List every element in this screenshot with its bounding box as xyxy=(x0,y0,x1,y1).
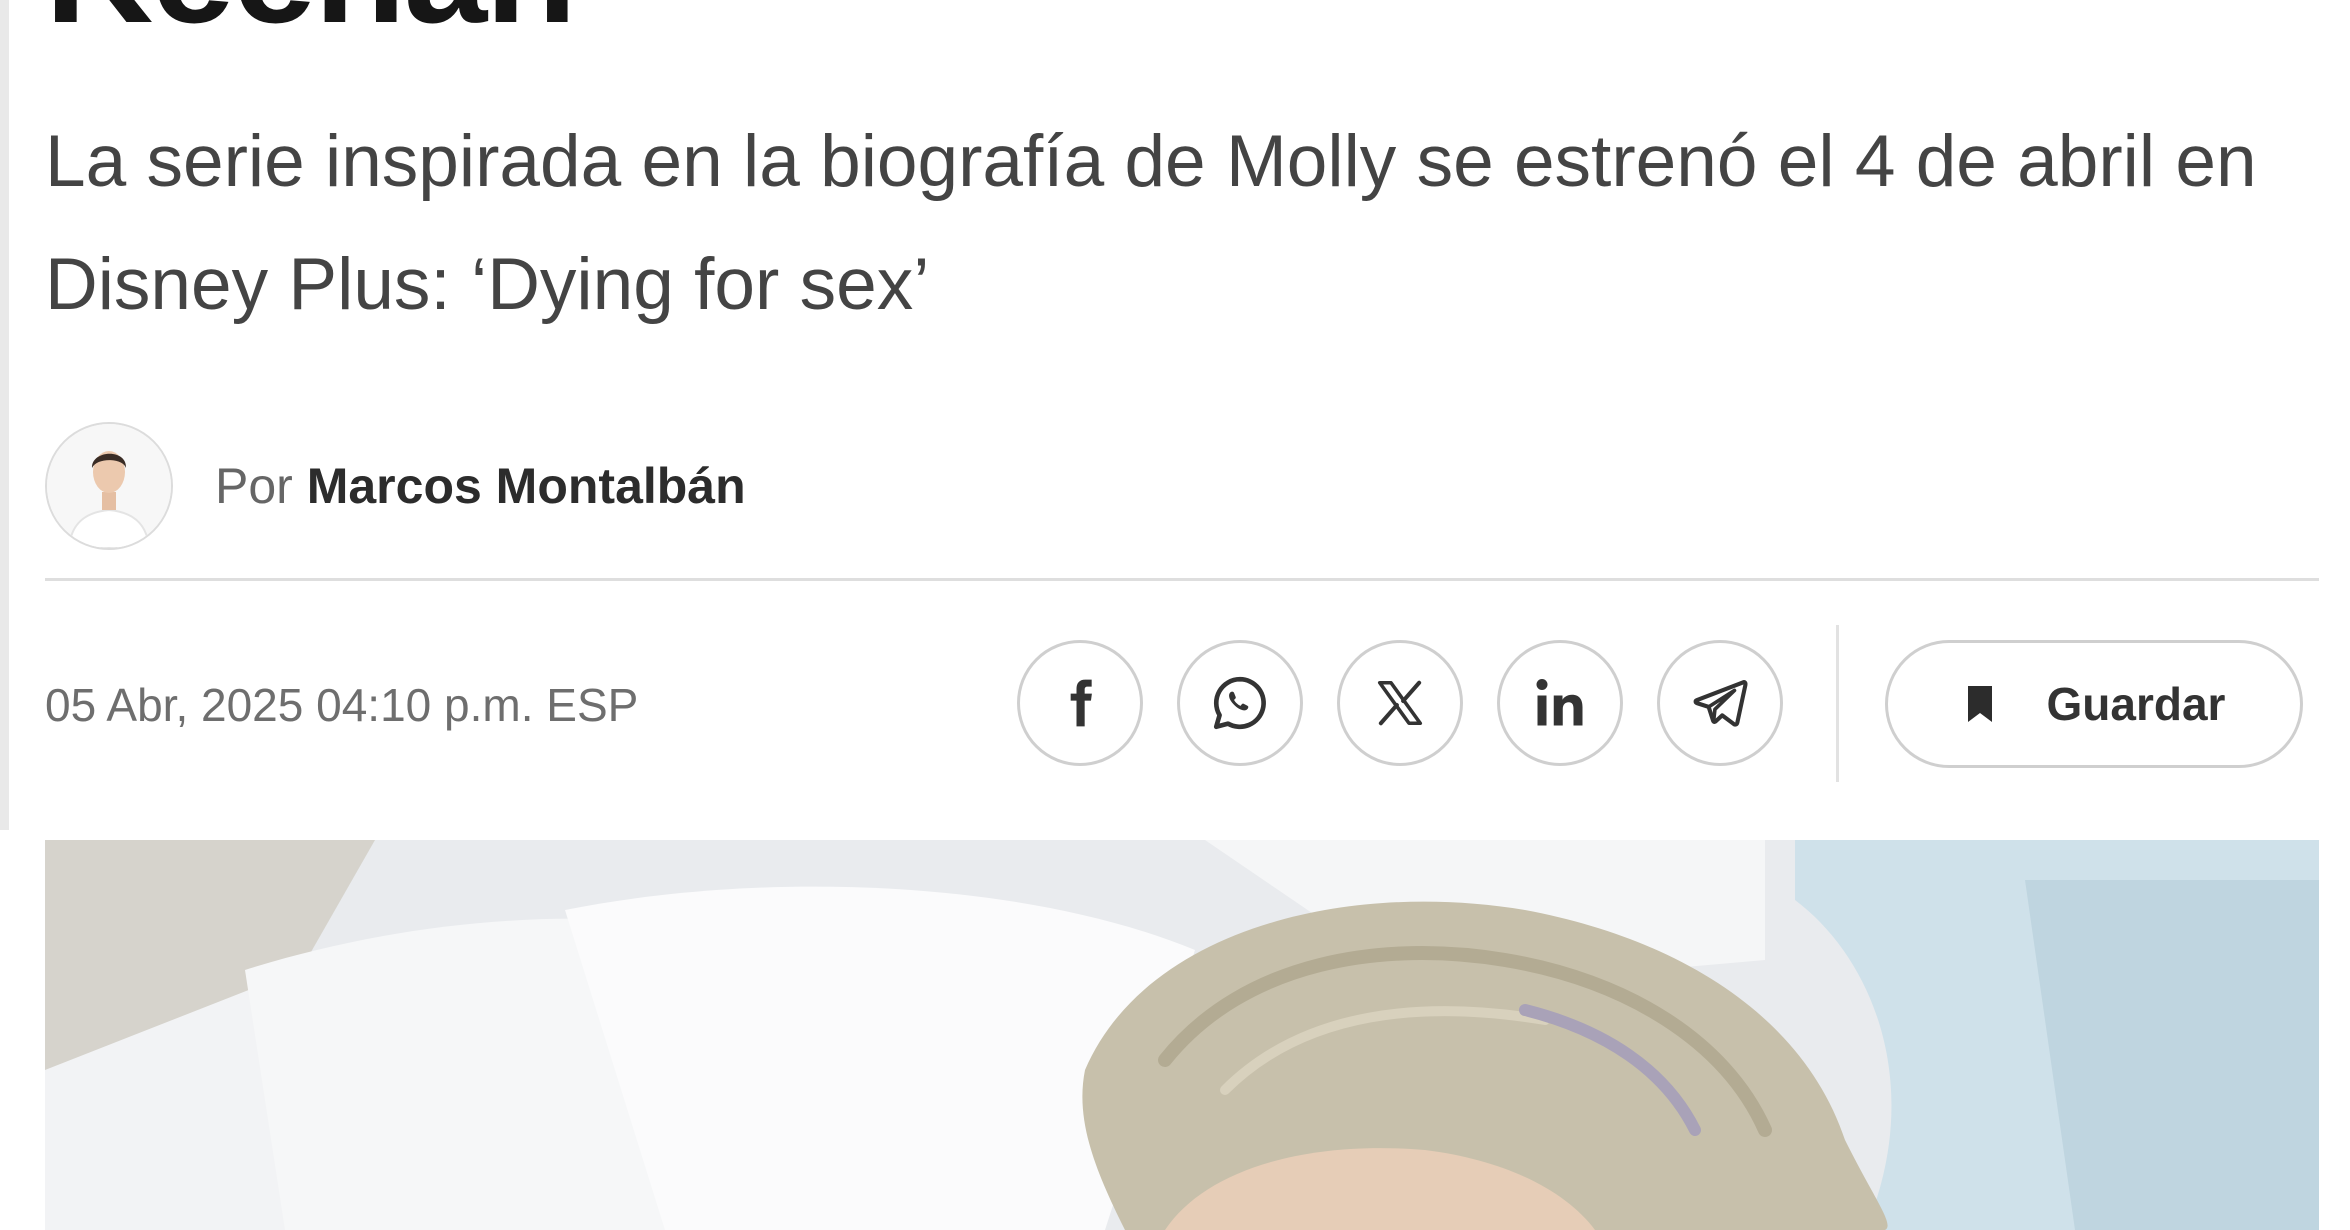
facebook-icon xyxy=(1070,679,1092,727)
bookmark-icon xyxy=(1967,686,1992,722)
byline: Por Marcos Montalbán xyxy=(45,420,746,552)
share-facebook-button[interactable] xyxy=(1017,640,1143,766)
save-label: Guardar xyxy=(2046,678,2226,730)
share-linkedin-button[interactable] xyxy=(1497,640,1623,766)
share-telegram-button[interactable] xyxy=(1657,640,1783,766)
left-page-edge xyxy=(0,0,9,830)
byline-prefix: Por xyxy=(215,458,293,514)
share-whatsapp-button[interactable] xyxy=(1177,640,1303,766)
x-icon xyxy=(1377,680,1423,726)
share-separator xyxy=(1836,625,1839,782)
divider xyxy=(45,578,2319,581)
author-name[interactable]: Marcos Montalbán xyxy=(307,458,746,514)
share-x-button[interactable] xyxy=(1337,640,1463,766)
headline: Keenan xyxy=(45,0,577,60)
subtitle: La serie inspirada en la biografía de Mo… xyxy=(45,121,2257,325)
telegram-icon xyxy=(1693,680,1748,727)
publish-date: 05 Abr, 2025 04:10 p.m. ESP xyxy=(45,679,639,731)
author-avatar[interactable] xyxy=(45,422,173,550)
save-button[interactable]: Guardar xyxy=(1885,640,2303,768)
linkedin-icon xyxy=(1536,679,1583,726)
hero-image xyxy=(45,840,2319,1230)
whatsapp-icon xyxy=(1213,676,1266,730)
